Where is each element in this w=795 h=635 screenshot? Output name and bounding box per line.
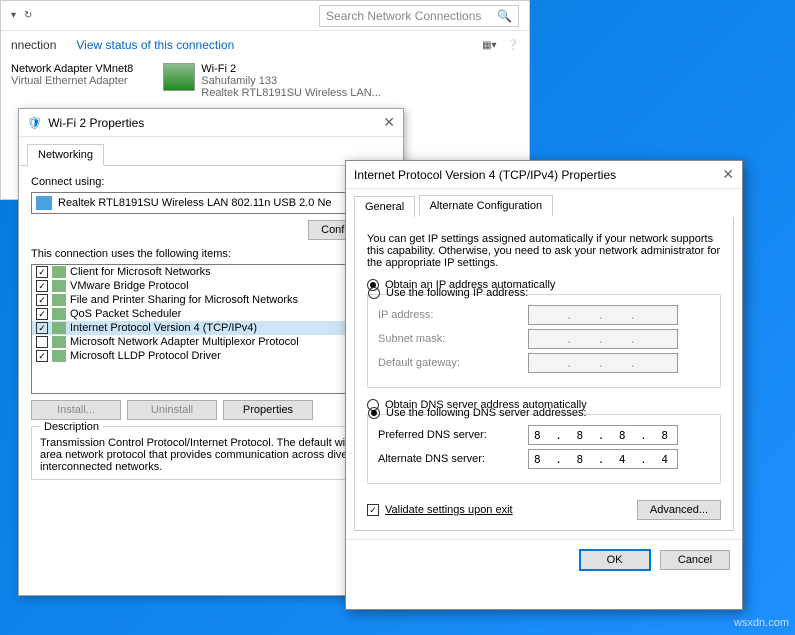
item-label: Client for Microsoft Networks (70, 266, 211, 278)
adapter-name: Network Adapter VMnet8 (11, 63, 133, 75)
checkbox-icon (367, 504, 379, 516)
search-input[interactable]: Search Network Connections 🔍 (319, 5, 519, 27)
properties-button[interactable]: Properties (223, 400, 313, 420)
checkbox-icon[interactable] (36, 294, 48, 306)
tab-networking[interactable]: Networking (27, 144, 104, 166)
list-item[interactable]: File and Printer Sharing for Microsoft N… (32, 293, 390, 307)
hint-text: You can get IP settings assigned automat… (367, 233, 721, 269)
list-item[interactable]: Internet Protocol Version 4 (TCP/IPv4) (32, 321, 390, 335)
checkbox-icon[interactable] (36, 308, 48, 320)
gateway-input (528, 353, 678, 373)
list-item[interactable]: QoS Packet Scheduler (32, 307, 390, 321)
ipv4-properties-dialog: Internet Protocol Version 4 (TCP/IPv4) P… (345, 160, 743, 610)
preferred-dns-label: Preferred DNS server: (378, 429, 528, 441)
list-item[interactable]: Client for Microsoft Networks (32, 265, 390, 279)
list-item[interactable]: VMware Bridge Protocol (32, 279, 390, 293)
connect-using-label: Connect using: (31, 176, 391, 188)
component-icon (52, 280, 66, 292)
item-label: VMware Bridge Protocol (70, 280, 189, 292)
uninstall-button[interactable]: Uninstall (127, 400, 217, 420)
help-icon[interactable]: ❔ (507, 40, 519, 51)
radio-dns-manual[interactable]: Use the following DNS server addresses: (386, 407, 587, 419)
checkbox-icon[interactable] (36, 350, 48, 362)
description-box: Description Transmission Control Protoco… (31, 426, 391, 480)
advanced-button[interactable]: Advanced... (637, 500, 721, 520)
toolbar-view-status[interactable]: View status of this connection (76, 38, 234, 52)
cancel-button[interactable]: Cancel (660, 550, 730, 570)
dialog-title: Wi-Fi 2 Properties (48, 116, 144, 130)
item-label: QoS Packet Scheduler (70, 308, 181, 320)
item-label: Microsoft LLDP Protocol Driver (70, 350, 221, 362)
alternate-dns-label: Alternate DNS server: (378, 453, 528, 465)
items-list[interactable]: Client for Microsoft Networks VMware Brid… (31, 264, 391, 394)
gateway-label: Default gateway: (378, 357, 528, 369)
component-icon (52, 308, 66, 320)
ok-button[interactable]: OK (580, 550, 650, 570)
subnet-label: Subnet mask: (378, 333, 528, 345)
ip-address-label: IP address: (378, 309, 528, 321)
checkbox-icon[interactable] (36, 266, 48, 278)
radio-icon[interactable] (368, 407, 380, 419)
description-text: Transmission Control Protocol/Internet P… (40, 437, 382, 473)
view-icon[interactable]: ▦▾ (482, 40, 496, 51)
component-icon (52, 294, 66, 306)
adapter-name: Wi-Fi 2 (201, 63, 381, 75)
search-placeholder: Search Network Connections (326, 9, 481, 23)
search-icon: 🔍 (497, 9, 512, 23)
adapter-wifi2[interactable]: Wi-Fi 2 Sahufamily 133 Realtek RTL8191SU… (163, 63, 381, 99)
tab-alternate[interactable]: Alternate Configuration (419, 195, 554, 216)
radio-icon[interactable] (368, 287, 380, 299)
preferred-dns-input[interactable] (528, 425, 678, 445)
install-button[interactable]: Install... (31, 400, 121, 420)
alternate-dns-input[interactable] (528, 449, 678, 469)
list-item[interactable]: Microsoft LLDP Protocol Driver (32, 349, 390, 363)
adapter-vmnet8[interactable]: Network Adapter VMnet8 Virtual Ethernet … (11, 63, 133, 99)
component-icon (52, 322, 66, 334)
chevron-down-icon[interactable]: ▾ (11, 10, 16, 21)
refresh-icon[interactable]: ↻ (24, 10, 32, 21)
item-label: File and Printer Sharing for Microsoft N… (70, 294, 298, 306)
nic-icon (36, 196, 52, 210)
checkbox-icon[interactable] (36, 336, 48, 348)
ip-address-input (528, 305, 678, 325)
radio-ip-manual[interactable]: Use the following IP address: (386, 287, 528, 299)
items-label: This connection uses the following items… (31, 248, 391, 260)
component-icon (52, 266, 66, 278)
subnet-input (528, 329, 678, 349)
component-icon (52, 350, 66, 362)
adapter-sub: Virtual Ethernet Adapter (11, 75, 133, 87)
list-item[interactable]: Microsoft Network Adapter Multiplexor Pr… (32, 335, 390, 349)
adapter-select[interactable]: Realtek RTL8191SU Wireless LAN 802.11n U… (31, 192, 391, 214)
dialog-title: Internet Protocol Version 4 (TCP/IPv4) P… (354, 168, 616, 182)
checkbox-icon[interactable] (36, 322, 48, 334)
checkbox-icon[interactable] (36, 280, 48, 292)
adapter-ssid: Sahufamily 133 (201, 75, 381, 87)
wifi-adapter-icon (163, 63, 195, 91)
item-label: Microsoft Network Adapter Multiplexor Pr… (70, 336, 299, 348)
toolbar-connection[interactable]: nnection (11, 38, 56, 52)
adapter-text: Realtek RTL8191SU Wireless LAN 802.11n U… (58, 197, 332, 209)
description-title: Description (40, 421, 103, 433)
watermark: wsxdn.com (734, 617, 789, 629)
tab-general[interactable]: General (354, 196, 415, 218)
validate-checkbox[interactable]: Validate settings upon exit (367, 504, 513, 516)
adapter-hw: Realtek RTL8191SU Wireless LAN... (201, 87, 381, 99)
close-icon[interactable]: ✕ (722, 166, 734, 183)
shield-icon: 🛡 (27, 116, 42, 130)
component-icon (52, 336, 66, 348)
close-icon[interactable]: ✕ (383, 114, 395, 131)
item-label: Internet Protocol Version 4 (TCP/IPv4) (70, 322, 257, 334)
